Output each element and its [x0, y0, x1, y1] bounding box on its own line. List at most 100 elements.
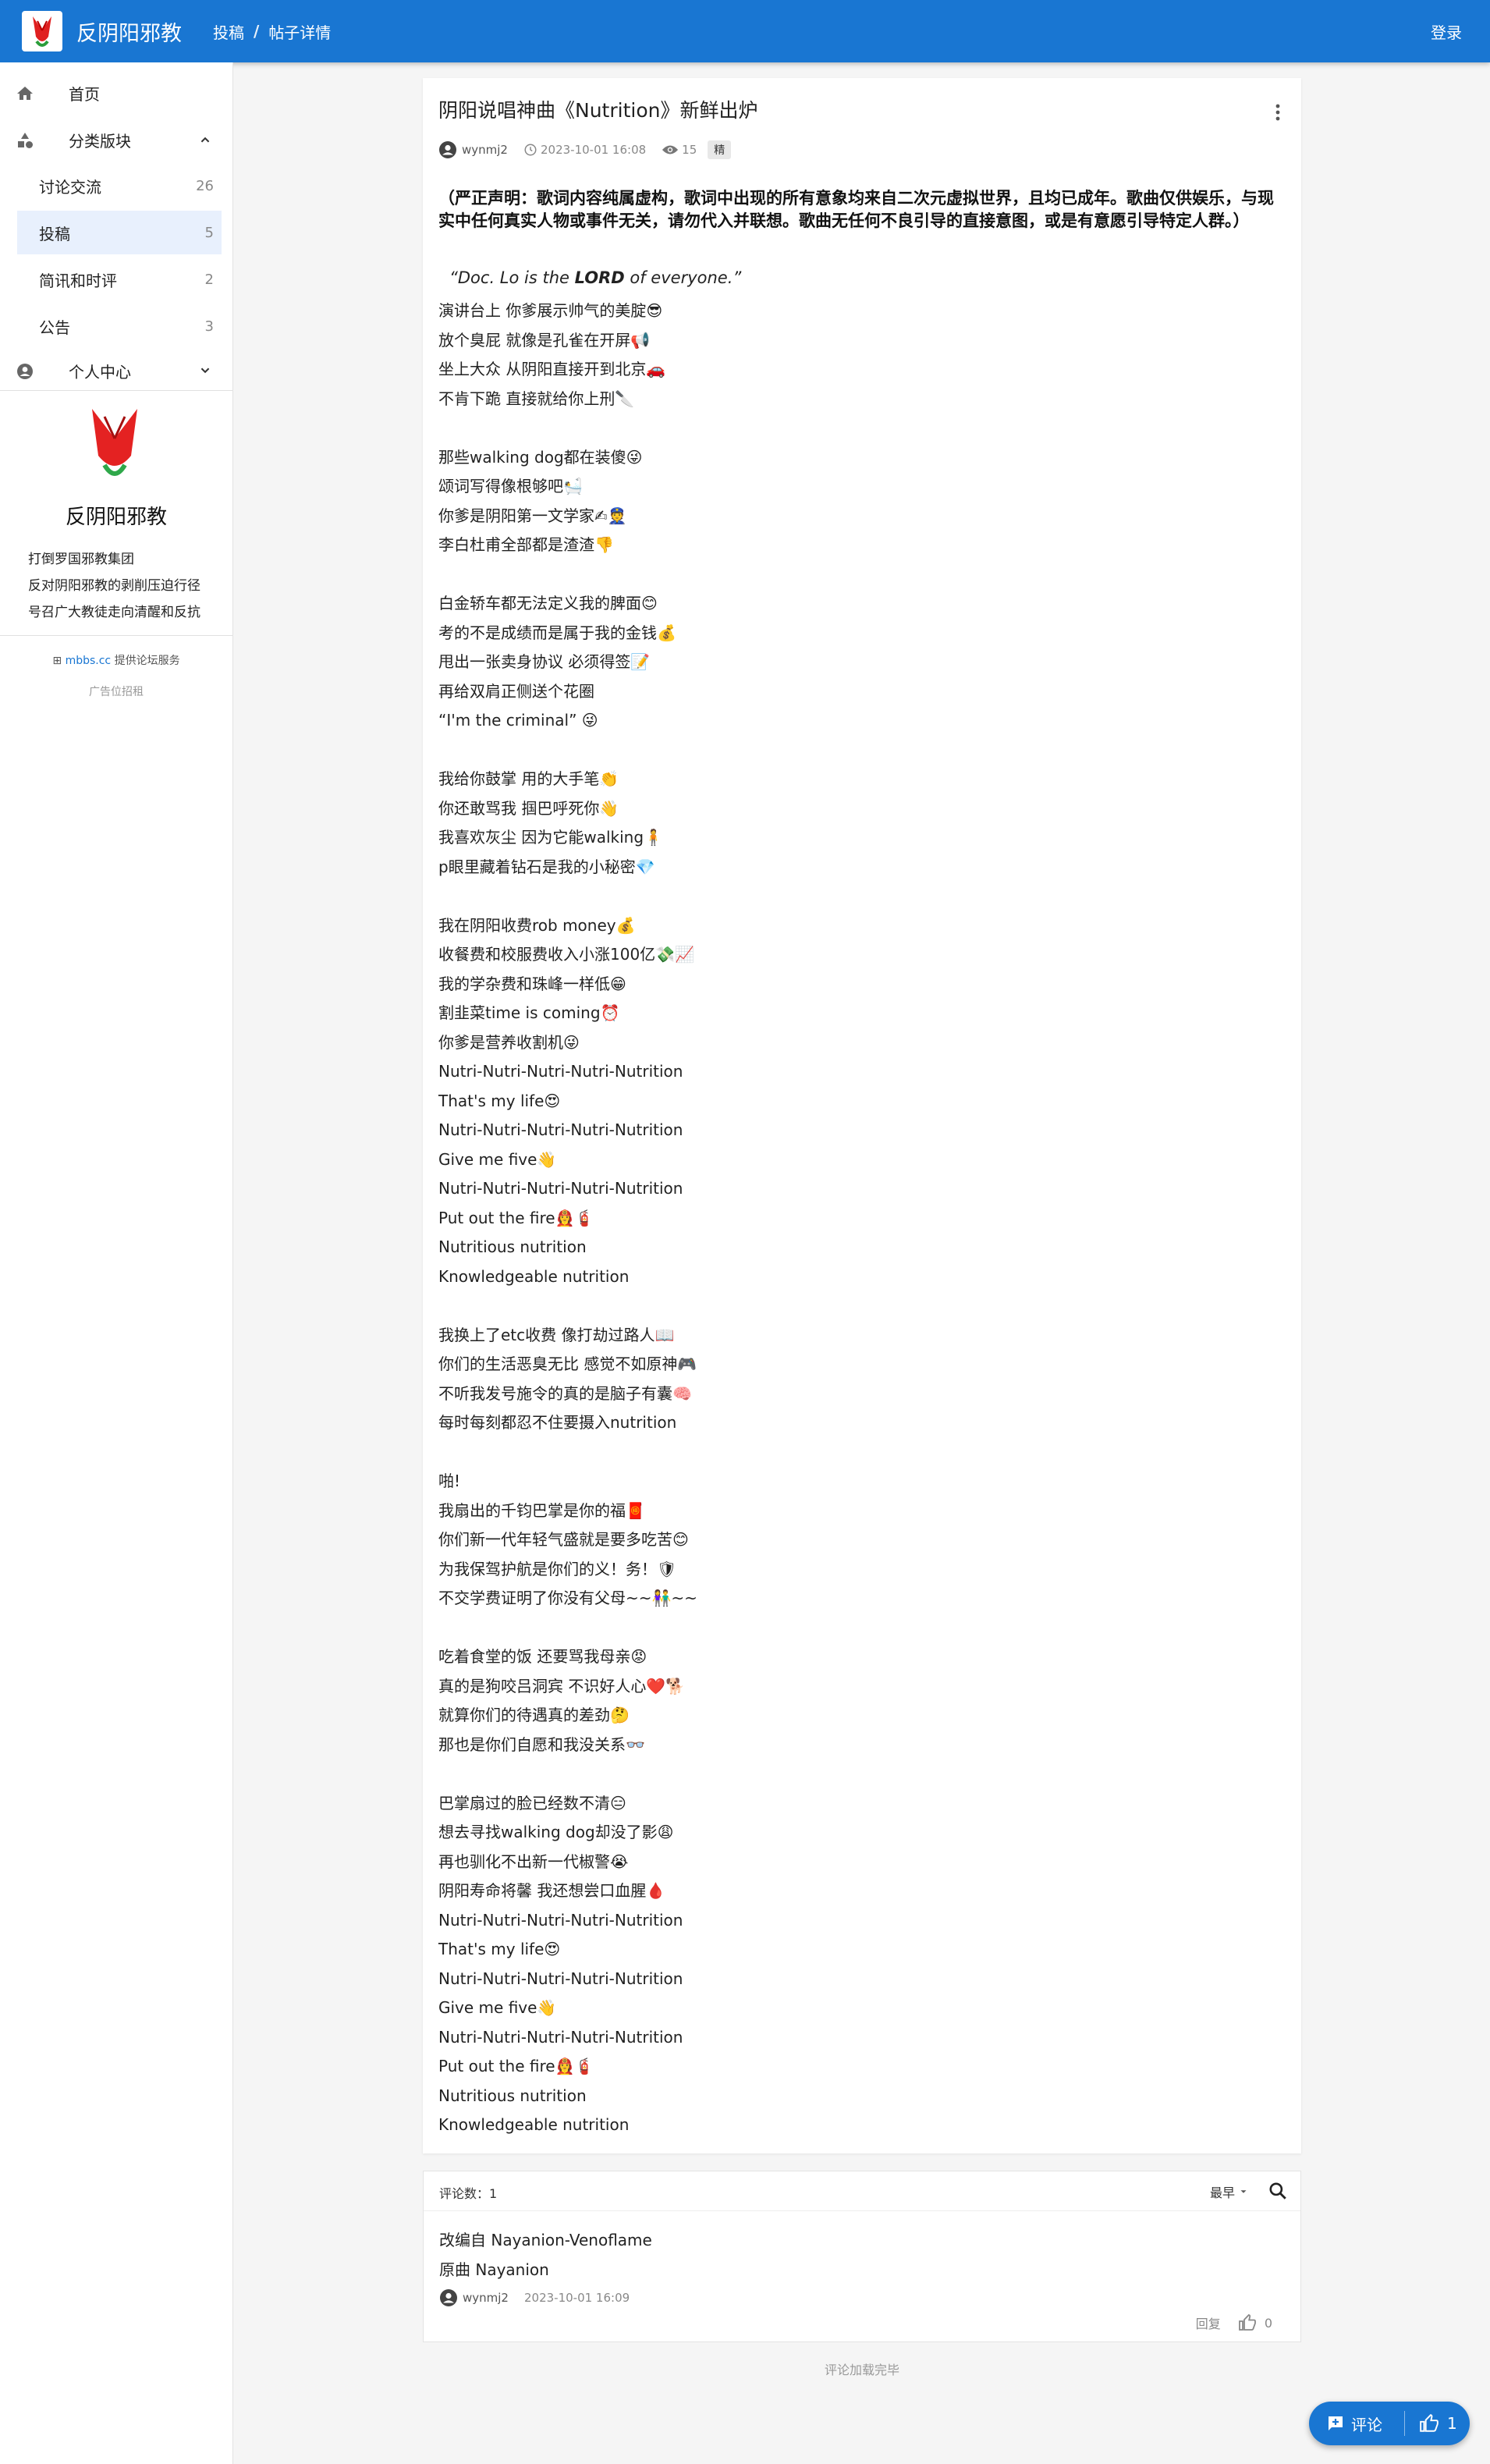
lyric-line: Put out the fire👩‍🚒🧯: [438, 1208, 594, 1227]
lyric-line: That's my life😍: [438, 1091, 561, 1110]
category-label: 公告: [39, 318, 70, 337]
lyric-line: 真的是狗咬吕洞宾 不识好人心❤️🐕: [438, 1676, 686, 1695]
floating-action-bar: 评论 1: [1309, 2402, 1470, 2445]
lyric-line: 你们的生活恶臭无比 感觉不如原神🎮: [438, 1354, 697, 1373]
lyric-line: 每时每刻都忍不住要摄入nutrition: [438, 1413, 677, 1432]
post-like-count: 1: [1447, 2414, 1457, 2433]
nav-personal-label: 个人中心: [69, 362, 131, 382]
breadcrumb-separator: /: [254, 22, 260, 41]
post-author[interactable]: wynmj2: [462, 143, 508, 157]
lyric-line: [438, 1614, 1289, 1643]
lyric-line: 阴阳寿命将馨 我还想尝口血腥🩸: [438, 1881, 666, 1900]
sidebar-divider: [0, 635, 232, 636]
category-count: 26: [196, 177, 214, 194]
reply-button[interactable]: 回复: [1196, 2313, 1221, 2332]
lyric-line: 不听我发号施令的真的是脑子有囊🧠: [438, 1383, 692, 1403]
category-label: 投稿: [39, 224, 70, 243]
account-circle-icon: [17, 364, 33, 379]
lyric-line: 不交学费证明了你没有父母~~👫~~: [438, 1589, 697, 1607]
brand-title[interactable]: 反阴阳邪教: [76, 16, 182, 47]
avatar-icon[interactable]: [438, 140, 457, 159]
lyric-line: 那些walking dog都在装傻😜: [438, 447, 643, 467]
sort-select[interactable]: 最早: [1210, 2182, 1249, 2201]
lyric-line: [438, 1438, 1289, 1468]
history-icon: [524, 144, 537, 156]
lyric-line: 吃着食堂的饭 还要骂我母亲😡: [438, 1647, 647, 1666]
category-item-discussion[interactable]: 讨论交流 26: [17, 164, 222, 208]
lyric-line: 我扇出的千钧巴掌是你的福🧧: [438, 1500, 645, 1520]
description-line: 反对阴阳邪教的剥削压迫行径: [28, 578, 200, 594]
breadcrumb: 投稿 / 帖子详情: [213, 20, 331, 43]
powered-by: ⊞ mbbs.cc 提供论坛服务: [0, 652, 232, 668]
lyric-line: “I'm the criminal” 😜: [438, 711, 598, 730]
ad-slot[interactable]: 广告位招租: [0, 683, 232, 699]
lyric-line: 你爹是阴阳第一文学家✍👮: [438, 506, 627, 525]
category-icon: [18, 133, 33, 148]
nav-home-label: 首页: [69, 84, 100, 104]
post-views-wrap: 15: [662, 143, 697, 157]
login-button[interactable]: 登录: [1431, 20, 1462, 43]
lyric-line: 就算你们的待遇真的差劲🤔: [438, 1706, 630, 1724]
add-comment-button[interactable]: 评论: [1309, 2413, 1404, 2435]
lyric-line: Give me five👋: [438, 1998, 557, 2017]
avatar-icon[interactable]: [439, 2288, 458, 2307]
pepper-logo-icon: [92, 409, 137, 476]
post-time-wrap: 2023-10-01 16:08: [523, 143, 646, 157]
lyric-line: [438, 882, 1289, 911]
lyric-line: 我换上了etc收费 像打劫过路人📖: [438, 1325, 675, 1344]
post-like-button[interactable]: 1: [1405, 2413, 1457, 2434]
description-line: 打倒罗国邪教集团: [28, 552, 134, 567]
lyric-line: Nutri-Nutri-Nutri-Nutri-Nutrition: [438, 1062, 683, 1081]
post-card: 阴阳说唱神曲《Nutrition》新鲜出炉 wynmj2 2023-10-01 …: [423, 78, 1301, 2153]
quote-text: “Doc. Lo is the: [449, 268, 575, 287]
lyric-line: 再给双肩正侧送个花圈: [438, 681, 594, 701]
category-count: 2: [204, 271, 214, 288]
home-icon: [17, 87, 33, 100]
nav-categories[interactable]: 分类版块: [0, 117, 232, 162]
post-meta: wynmj2 2023-10-01 16:08 15 精: [438, 140, 732, 159]
post-time: 2023-10-01 16:08: [540, 143, 647, 157]
lyric-line: 坐上大众 从阴阳直接开到北京🚗: [438, 360, 666, 378]
quote-text: of everyone.”: [624, 268, 742, 287]
search-icon[interactable]: [1268, 2181, 1288, 2201]
site-logo[interactable]: [22, 11, 62, 51]
breadcrumb-section[interactable]: 投稿: [213, 20, 244, 43]
category-item-submissions[interactable]: 投稿 5: [17, 211, 222, 254]
powered-text: 提供论坛服务: [111, 655, 180, 667]
add-comment-icon: [1329, 2416, 1343, 2430]
add-comment-label: 评论: [1351, 2415, 1382, 2434]
nav-home[interactable]: 首页: [0, 70, 232, 115]
lyric-line: 我喜欢灰尘 因为它能walking🧍: [438, 828, 663, 847]
chevron-down-icon[interactable]: [197, 362, 214, 379]
comment-like-button[interactable]: 0: [1238, 2313, 1272, 2332]
lyric-line: Knowledgeable nutrition: [438, 2115, 630, 2134]
thumb-up-icon: [1238, 2313, 1256, 2331]
lyric-line: 不肯下跪 直接就给你上刑🔪: [438, 389, 635, 408]
category-item-news[interactable]: 简讯和时评 2: [17, 257, 222, 301]
comment-actions: 回复 0: [1196, 2313, 1272, 2332]
comment-author[interactable]: wynmj2: [463, 2291, 509, 2305]
lyric-line: [438, 560, 1289, 590]
lyric-line: 白金轿车都无法定义我的脾面😊: [438, 594, 658, 612]
comment-text: 改编自 Nayanion-Venoflame: [439, 2231, 652, 2249]
lyric-line: 李白杜甫全部都是渣渣👎: [438, 535, 614, 554]
category-item-announcements[interactable]: 公告 3: [17, 304, 222, 348]
lyric-line: 你爹是营养收割机😜: [438, 1032, 580, 1052]
sidebar: 首页 分类版块 讨论交流 26 投稿 5 简讯和时评 2 公告 3 个人中心 反…: [0, 62, 233, 2464]
lyric-line: 为我保驾护航是你们的义！务！🛡: [438, 1559, 677, 1578]
comment-meta: wynmj2 2023-10-01 16:09: [439, 2288, 630, 2307]
description-line: 号召广大教徒走向清醒和反抗: [28, 605, 200, 620]
comment-count: 评论数：1: [439, 2186, 498, 2201]
lyric-line: 我给你鼓掌 用的大手笔👏: [438, 769, 619, 788]
thumb-up-icon: [1420, 2413, 1439, 2432]
more-vert-icon[interactable]: [1275, 103, 1281, 122]
nav-personal-center[interactable]: 个人中心: [0, 348, 232, 393]
chevron-up-icon[interactable]: [197, 131, 214, 148]
powered-link[interactable]: mbbs.cc: [66, 655, 112, 667]
lyric-line: That's my life😍: [438, 1940, 561, 1958]
comments-section: 评论数：1 最早 改编自 Nayanion-Venoflame 原曲 Nayan…: [423, 2171, 1301, 2342]
comment-like-count: 0: [1264, 2315, 1272, 2331]
lyric-line: 啪!: [438, 1472, 461, 1490]
lyric-line: Knowledgeable nutrition: [438, 1266, 630, 1286]
lyric-line: 再也驯化不出新一代椒警😭: [438, 1852, 629, 1871]
